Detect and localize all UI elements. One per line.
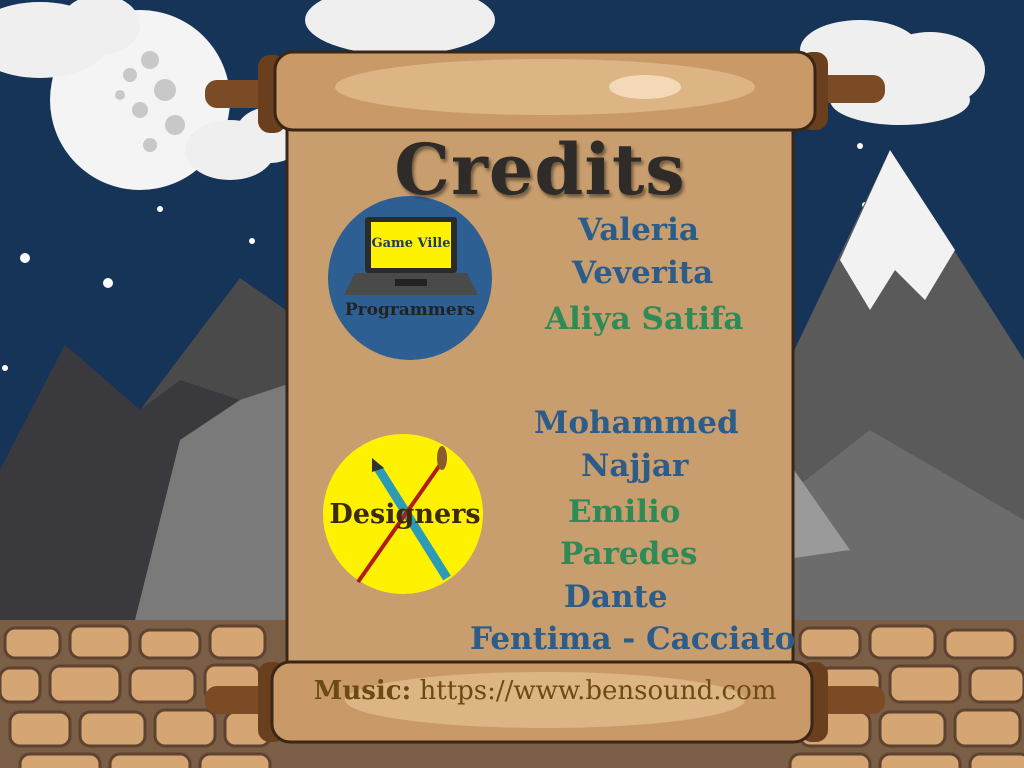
laptop-screen-text: Game Ville xyxy=(371,236,451,251)
designer-name: Fentima - Cacciato xyxy=(470,621,796,657)
music-url-link[interactable]: https://www.bensound.com xyxy=(420,676,777,706)
designer-name: Dante xyxy=(564,579,668,615)
designers-label: Designers xyxy=(329,499,481,530)
music-credit: Music: https://www.bensound.com xyxy=(280,676,810,706)
music-label: Music: xyxy=(313,676,412,706)
designer-name: Paredes xyxy=(560,536,698,572)
designer-name: Mohammed xyxy=(534,405,739,441)
scroll-top-roller xyxy=(205,50,885,133)
programmers-label: Programmers xyxy=(344,300,476,320)
programmer-name: Aliya Satifa xyxy=(545,301,744,337)
designer-name: Emilio xyxy=(568,494,681,530)
programmer-name: Valeria xyxy=(578,212,699,248)
page-title: Credits xyxy=(394,128,686,211)
programmer-name: Veverita xyxy=(572,255,714,291)
designer-name: Najjar xyxy=(581,448,689,484)
programmers-badge xyxy=(328,196,492,360)
